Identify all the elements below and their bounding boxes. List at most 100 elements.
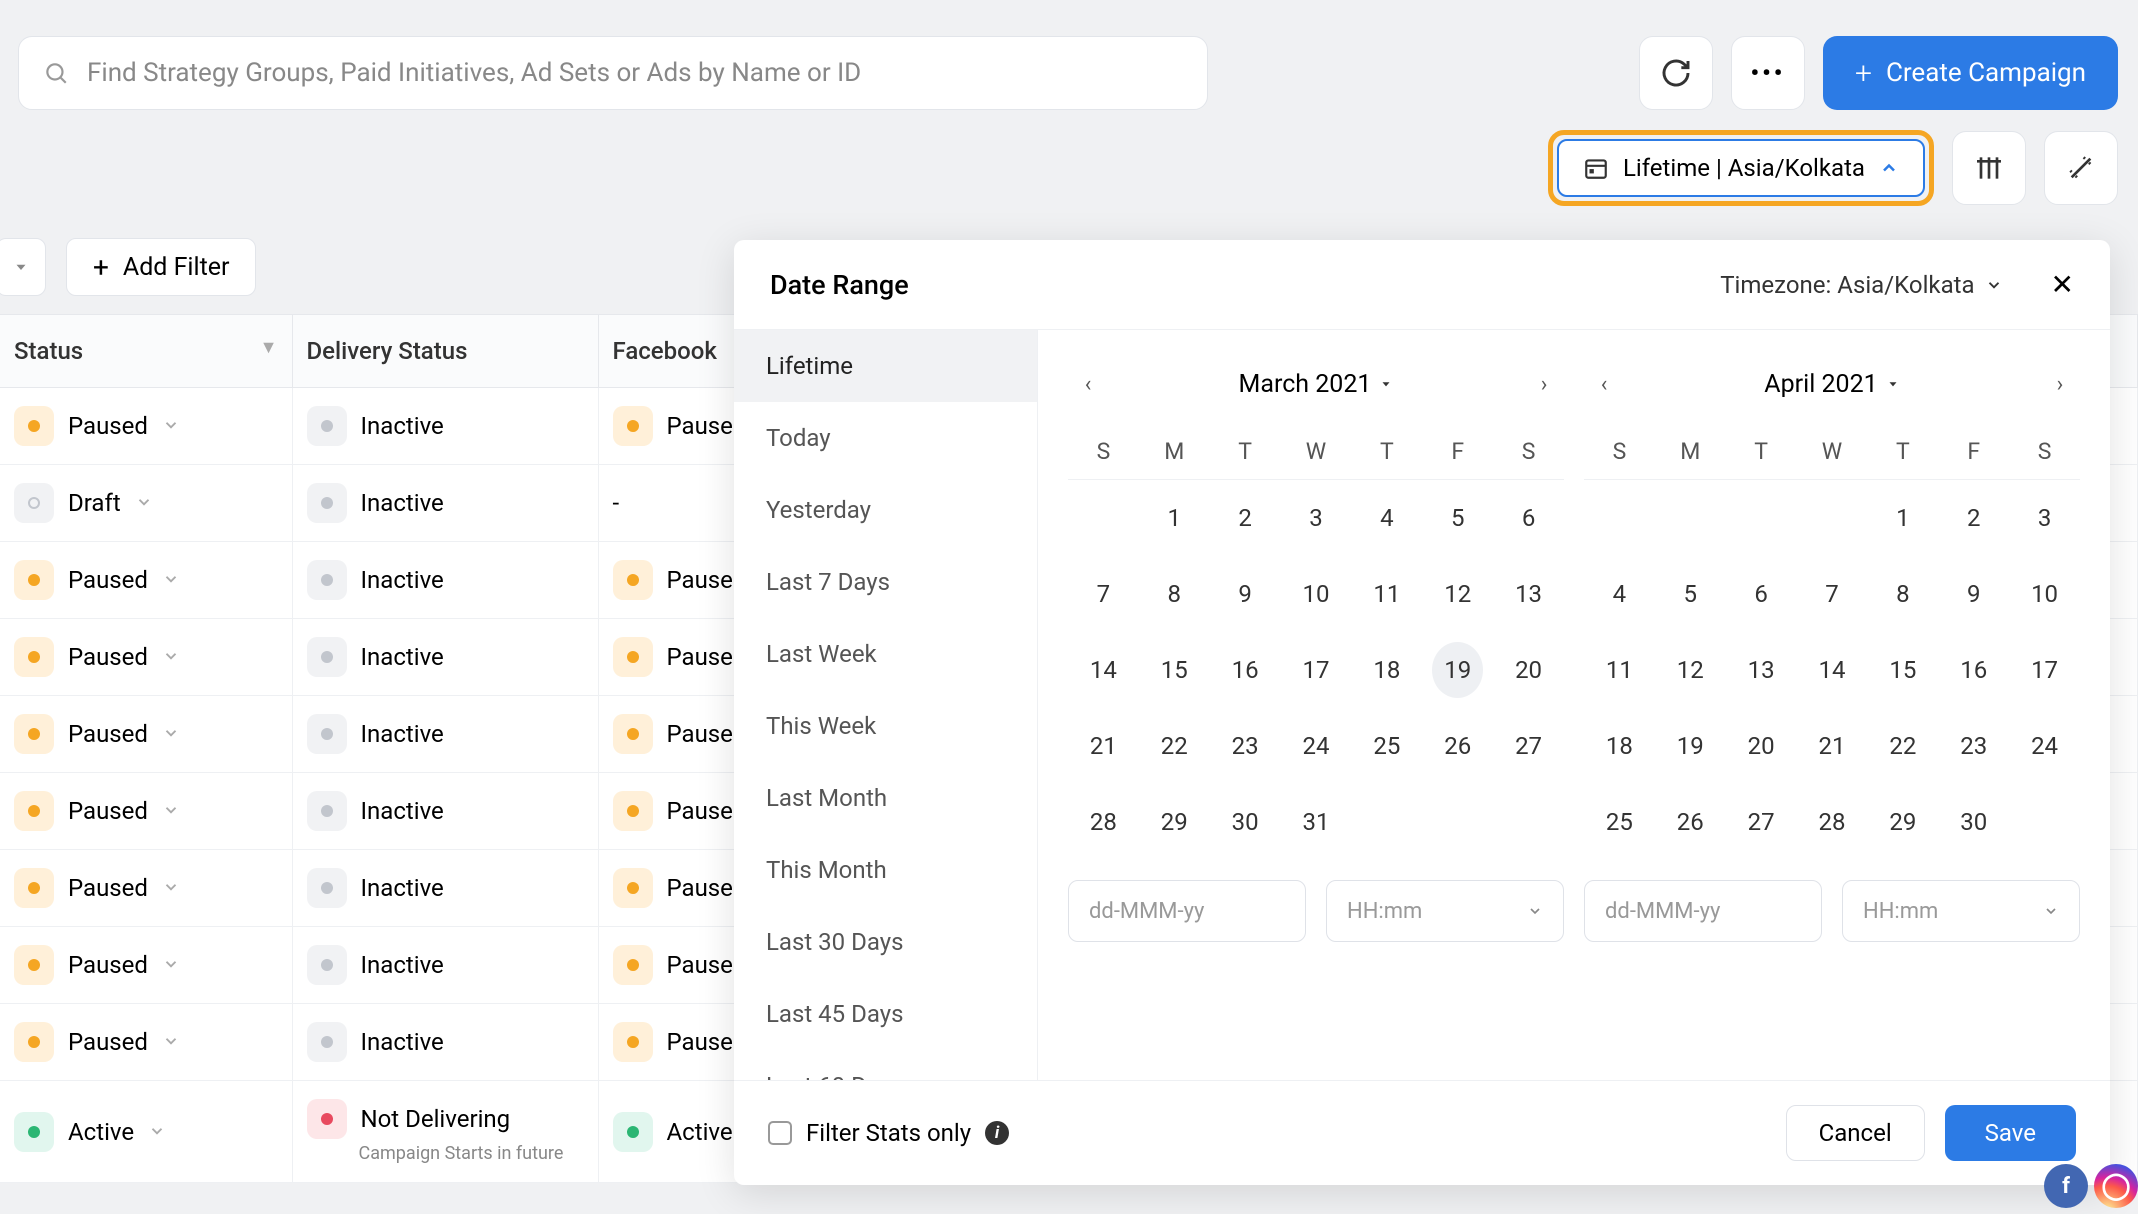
calendar-day[interactable]: 22 [1139,708,1210,784]
to-time-input[interactable]: HH:mm [1842,880,2080,942]
preset-item[interactable]: Yesterday [734,474,1037,546]
calendar-day[interactable]: 6 [1493,480,1564,556]
calendar-day[interactable]: 1 [1867,480,1938,556]
calendar-day[interactable]: 10 [1281,556,1352,632]
timezone-selector[interactable]: Timezone: Asia/Kolkata [1720,271,2002,299]
columns-button[interactable] [1952,131,2026,205]
search-bar[interactable] [18,36,1208,110]
preset-item[interactable]: Last Week [734,618,1037,690]
next-month[interactable]: › [1524,364,1564,404]
preset-item[interactable]: Last 60 Days [734,1050,1037,1080]
calendar-day[interactable]: 24 [1281,708,1352,784]
save-button[interactable]: Save [1945,1105,2076,1161]
calendar-day[interactable]: 6 [1726,556,1797,632]
preset-item[interactable]: Last 30 Days [734,906,1037,978]
calendar-day[interactable]: 12 [1655,632,1726,708]
facebook-icon[interactable]: f [2044,1164,2088,1208]
calendar-day[interactable]: 27 [1493,708,1564,784]
preset-item[interactable]: Last 7 Days [734,546,1037,618]
next-month[interactable]: › [2040,364,2080,404]
to-date-input[interactable]: dd-MMM-yy [1584,880,1822,942]
calendar-day[interactable]: 27 [1726,784,1797,860]
calendar-day[interactable]: 2 [1938,480,2009,556]
calendar-day[interactable]: 20 [1726,708,1797,784]
calendar-day[interactable]: 5 [1422,480,1493,556]
calendar-day[interactable]: 31 [1281,784,1352,860]
calendar-day[interactable]: 14 [1068,632,1139,708]
calendar-day[interactable]: 15 [1139,632,1210,708]
close-button[interactable]: ✕ [2051,268,2074,301]
calendar-day[interactable]: 9 [1938,556,2009,632]
calendar-day[interactable]: 2 [1210,480,1281,556]
calendar-day[interactable]: 19 [1432,642,1483,698]
calendar-day[interactable]: 26 [1655,784,1726,860]
calendar-day[interactable]: 10 [2009,556,2080,632]
preset-item[interactable]: This Week [734,690,1037,762]
calendar-day[interactable]: 7 [1797,556,1868,632]
calendar-day[interactable]: 14 [1797,632,1868,708]
filter-stats-checkbox[interactable] [768,1121,792,1145]
filter-dropdown[interactable] [0,238,46,296]
calendar-day[interactable]: 21 [1068,708,1139,784]
calendar-day[interactable]: 29 [1867,784,1938,860]
info-icon[interactable]: i [985,1121,1009,1145]
calendar-day[interactable]: 20 [1493,632,1564,708]
calendar-day[interactable]: 18 [1584,708,1655,784]
calendar-day[interactable]: 24 [2009,708,2080,784]
calendar-day[interactable]: 9 [1210,556,1281,632]
preset-item[interactable]: This Month [734,834,1037,906]
calendar-day[interactable]: 26 [1422,708,1493,784]
preset-item[interactable]: Last 45 Days [734,978,1037,1050]
col-status[interactable]: Status▼ [0,315,292,388]
calendar-day[interactable]: 30 [1210,784,1281,860]
more-button[interactable]: ••• [1731,36,1805,110]
calendar-day[interactable]: 4 [1584,556,1655,632]
calendar-day[interactable]: 8 [1139,556,1210,632]
from-time-input[interactable]: HH:mm [1326,880,1564,942]
calendar-day[interactable]: 25 [1584,784,1655,860]
date-range-chip[interactable]: Lifetime | Asia/Kolkata [1557,139,1925,197]
calendar-day[interactable]: 11 [1351,556,1422,632]
calendar-day[interactable]: 4 [1351,480,1422,556]
instagram-icon[interactable]: ◯ [2094,1164,2138,1208]
prev-month[interactable]: ‹ [1068,364,1108,404]
calendar-day[interactable]: 12 [1422,556,1493,632]
calendar-day[interactable]: 19 [1655,708,1726,784]
calendar-day[interactable]: 21 [1797,708,1868,784]
calendar-day[interactable]: 28 [1068,784,1139,860]
filter-stats-only-row[interactable]: Filter Stats only i [768,1119,1009,1147]
calendar-day[interactable]: 23 [1210,708,1281,784]
magic-button[interactable] [2044,131,2118,205]
refresh-button[interactable] [1639,36,1713,110]
preset-item[interactable]: Today [734,402,1037,474]
calendar-day[interactable]: 3 [2009,480,2080,556]
calendar-day[interactable]: 25 [1351,708,1422,784]
calendar-day[interactable]: 22 [1867,708,1938,784]
month-label[interactable]: March 2021 [1239,370,1394,399]
calendar-day[interactable]: 18 [1351,632,1422,708]
calendar-day[interactable]: 16 [1938,632,2009,708]
calendar-day[interactable]: 8 [1867,556,1938,632]
calendar-day[interactable]: 5 [1655,556,1726,632]
preset-item[interactable]: Lifetime [734,330,1037,402]
calendar-day[interactable]: 15 [1867,632,1938,708]
calendar-day[interactable]: 23 [1938,708,2009,784]
create-campaign-button[interactable]: + Create Campaign [1823,36,2118,110]
add-filter-button[interactable]: + Add Filter [66,238,256,296]
calendar-day[interactable]: 11 [1584,632,1655,708]
calendar-day[interactable]: 17 [2009,632,2080,708]
calendar-day[interactable]: 29 [1139,784,1210,860]
col-delivery[interactable]: Delivery Status [292,315,598,388]
calendar-day[interactable]: 30 [1938,784,2009,860]
calendar-day[interactable]: 13 [1726,632,1797,708]
calendar-day[interactable]: 16 [1210,632,1281,708]
calendar-day[interactable]: 13 [1493,556,1564,632]
calendar-day[interactable]: 17 [1281,632,1352,708]
calendar-day[interactable]: 1 [1139,480,1210,556]
from-date-input[interactable]: dd-MMM-yy [1068,880,1306,942]
calendar-day[interactable]: 3 [1281,480,1352,556]
preset-item[interactable]: Last Month [734,762,1037,834]
search-input[interactable] [87,58,1183,88]
calendar-day[interactable]: 7 [1068,556,1139,632]
calendar-day[interactable]: 28 [1797,784,1868,860]
